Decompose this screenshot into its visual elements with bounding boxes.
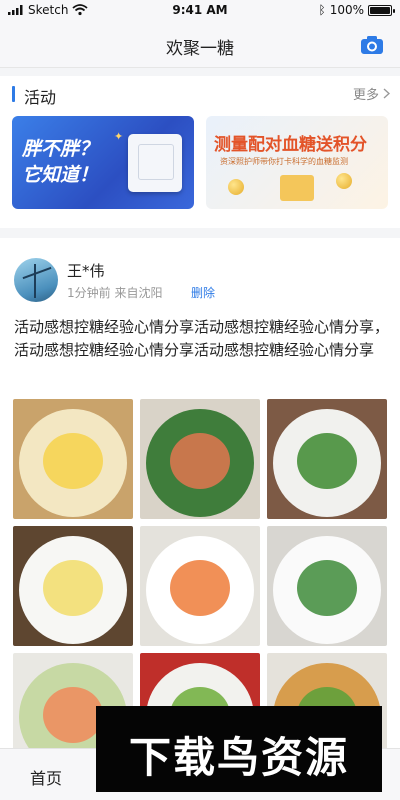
battery-icon [368, 4, 395, 16]
watermark-text: 下载鸟资源 [128, 733, 349, 782]
gift-box-icon [280, 175, 314, 201]
post-card: 王*伟 1分钟前 来自沈阳 删除 活动感想控糖经验心情分享活动感想控糖经验心情分… [0, 238, 400, 748]
more-link[interactable]: 更多 [353, 84, 390, 103]
banner-scale-line1: 胖不胖？ [22, 138, 99, 160]
activity-title: 活动 [24, 88, 57, 107]
page-title: 欢聚一糖 [166, 39, 234, 59]
coin-icon [228, 179, 244, 195]
user-name[interactable]: 王*伟 [67, 260, 105, 281]
chevron-right-icon [383, 88, 390, 99]
activity-banner-scale[interactable]: 胖不胖？ 它知道！ ✦ [12, 116, 194, 209]
salmon-salad-photo[interactable] [140, 399, 260, 519]
bluetooth-icon: ᛒ [318, 3, 326, 17]
activity-header: 活动 更多 [0, 76, 400, 112]
sparkle-icon: ✦ [114, 130, 124, 143]
tab-home[interactable]: 首页 [30, 765, 62, 789]
shrimp-pasta-photo[interactable] [140, 526, 260, 646]
banner-glucose-subtitle: 资深照护师带你打卡科学的血糖监测 [220, 157, 348, 166]
egg-avocado-salad-photo[interactable] [13, 526, 133, 646]
food-shape [170, 433, 230, 489]
status-bar: Sketch 9:41 AM ᛒ 100% [0, 0, 400, 22]
food-shape [43, 433, 103, 489]
food-shape [297, 560, 357, 616]
salmon-broccoli-photo[interactable] [267, 526, 387, 646]
grilled-sandwich-photo[interactable] [13, 399, 133, 519]
more-label: 更多 [352, 88, 379, 103]
banner-glucose-title: 测量配对血糖送积分 [214, 135, 367, 155]
delete-button[interactable]: 删除 [191, 284, 215, 301]
food-shape [297, 433, 357, 489]
post-meta: 1分钟前 来自沈阳 [67, 284, 162, 301]
stirfry-plate-photo[interactable] [267, 399, 387, 519]
activity-banner-glucose[interactable]: 测量配对血糖送积分 资深照护师带你打卡科学的血糖监测 [206, 116, 388, 209]
banner-scale-line2: 它知道！ [22, 164, 99, 186]
camera-icon[interactable] [360, 34, 384, 56]
section-accent-bar [12, 86, 15, 102]
food-shape [43, 687, 103, 743]
banner-scale-title: 胖不胖？ 它知道！ [22, 136, 98, 188]
smart-scale-image [128, 134, 182, 192]
battery-fill [370, 6, 390, 14]
avatar[interactable] [14, 258, 58, 302]
activity-section: 活动 更多 胖不胖？ 它知道！ ✦ 测量配对血糖送积分 资深照护师带你打卡科学的… [0, 76, 400, 228]
post-location: 来自沈阳 [114, 286, 163, 300]
battery-percent: 100% [329, 3, 364, 17]
food-shape [170, 560, 230, 616]
food-shape [43, 560, 103, 616]
post-time: 1分钟前 [67, 286, 111, 300]
nav-bar: 欢聚一糖 [0, 22, 400, 68]
post-text: 活动感想控糖经验心情分享活动感想控糖经验心情分享，活动感想控糖经验心情分享活动感… [14, 318, 390, 359]
watermark-overlay: 下载鸟资源 [96, 706, 382, 792]
status-right: ᛒ 100% [318, 3, 395, 17]
coin-icon [336, 173, 352, 189]
